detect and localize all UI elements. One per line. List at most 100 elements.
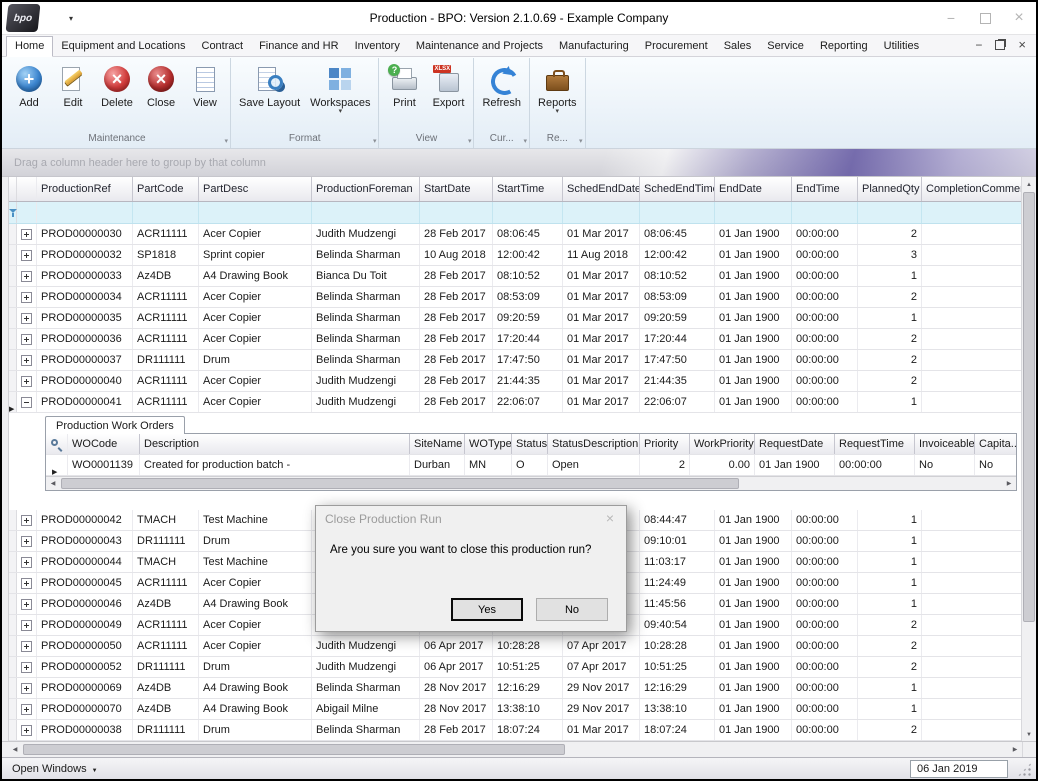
grid-row[interactable]: PROD00000032SP1818Sprint copierBelinda S…: [9, 245, 1021, 266]
export-button[interactable]: XLSXExport: [426, 60, 470, 110]
vertical-scrollbar-thumb[interactable]: [1023, 192, 1035, 622]
tab-equipment-and-locations[interactable]: Equipment and Locations: [53, 37, 193, 56]
mdi-minimize-icon[interactable]: [975, 38, 982, 52]
detail-column-header-wotype[interactable]: WOType: [465, 434, 512, 454]
mdi-close-icon[interactable]: [1018, 37, 1026, 52]
detail-column-header-capita[interactable]: Capita...: [975, 434, 1016, 454]
grid-row[interactable]: PROD00000041ACR11111Acer CopierJudith Mu…: [9, 392, 1021, 413]
expand-row-button[interactable]: [21, 313, 32, 324]
column-header-startdate[interactable]: StartDate: [420, 177, 493, 201]
delete-button[interactable]: Delete: [95, 60, 139, 110]
vertical-scrollbar[interactable]: [1021, 177, 1036, 741]
filter-cell-schedendtime[interactable]: [640, 202, 715, 223]
expand-row-button[interactable]: [21, 536, 32, 547]
detail-horizontal-scrollbar[interactable]: [46, 476, 1016, 490]
column-header-schedenddate[interactable]: SchedEndDate: [563, 177, 640, 201]
tab-home[interactable]: Home: [6, 36, 53, 57]
scroll-up-icon[interactable]: [1022, 177, 1036, 191]
filter-cell-completioncomments[interactable]: [922, 202, 1021, 223]
grid-row[interactable]: PROD00000052DR111111DrumJudith Mudzengi0…: [9, 657, 1021, 678]
scroll-down-icon[interactable]: [1022, 727, 1036, 741]
group-dropdown-icon[interactable]: [524, 135, 528, 146]
horizontal-scrollbar-thumb[interactable]: [23, 744, 565, 755]
filter-cell-schedenddate[interactable]: [563, 202, 640, 223]
grid-row[interactable]: PROD00000033Az4DBA4 Drawing BookBianca D…: [9, 266, 1021, 287]
expand-row-button[interactable]: [21, 355, 32, 366]
filter-cell-plannedqty[interactable]: [858, 202, 922, 223]
expand-row-button[interactable]: [21, 557, 32, 568]
expand-row-button[interactable]: [21, 578, 32, 589]
expand-row-button[interactable]: [21, 376, 32, 387]
collapse-row-button[interactable]: [21, 397, 32, 408]
expand-row-button[interactable]: [21, 641, 32, 652]
edit-button[interactable]: Edit: [51, 60, 95, 110]
detail-column-header-description[interactable]: Description: [140, 434, 410, 454]
search-icon[interactable]: [51, 439, 58, 446]
minimize-icon[interactable]: [934, 4, 968, 32]
print-button[interactable]: Print: [382, 60, 426, 110]
tab-manufacturing[interactable]: Manufacturing: [551, 37, 637, 56]
save-layout-button[interactable]: Save Layout: [234, 60, 305, 110]
detail-scrollbar-thumb[interactable]: [61, 478, 739, 489]
detail-column-header-status[interactable]: Status: [512, 434, 548, 454]
workspaces-button[interactable]: Workspaces: [305, 60, 375, 116]
group-by-bar[interactable]: Drag a column header here to group by th…: [2, 149, 1036, 177]
tab-production-work-orders[interactable]: Production Work Orders: [45, 416, 185, 434]
reports-button[interactable]: Reports: [533, 60, 582, 116]
tab-service[interactable]: Service: [759, 37, 812, 56]
filter-cell-enddate[interactable]: [715, 202, 792, 223]
filter-cell-starttime[interactable]: [493, 202, 563, 223]
filter-cell-partcode[interactable]: [133, 202, 199, 223]
yes-button[interactable]: Yes: [451, 598, 523, 621]
horizontal-scrollbar-track[interactable]: [22, 743, 1008, 756]
column-header-plannedqty[interactable]: PlannedQty: [858, 177, 922, 201]
filter-cell-startdate[interactable]: [420, 202, 493, 223]
group-dropdown-icon[interactable]: [468, 135, 472, 146]
scroll-left-icon[interactable]: [8, 742, 22, 757]
expand-row-button[interactable]: [21, 250, 32, 261]
grid-row[interactable]: PROD00000040ACR11111Acer CopierJudith Mu…: [9, 371, 1021, 392]
detail-column-header-sitename[interactable]: SiteName: [410, 434, 465, 454]
resize-grip[interactable]: [1017, 762, 1032, 777]
column-header-enddate[interactable]: EndDate: [715, 177, 792, 201]
dialog-close-icon[interactable]: [594, 506, 626, 531]
mdi-restore-icon[interactable]: [995, 40, 1005, 50]
no-button[interactable]: No: [536, 598, 608, 621]
group-dropdown-icon[interactable]: [579, 135, 583, 146]
close-window-icon[interactable]: [1002, 4, 1036, 32]
group-dropdown-icon[interactable]: [373, 135, 377, 146]
grid-row[interactable]: PROD00000030ACR11111Acer CopierJudith Mu…: [9, 224, 1021, 245]
grid-row[interactable]: PROD00000069Az4DBA4 Drawing BookBelinda …: [9, 678, 1021, 699]
add-button[interactable]: Add: [7, 60, 51, 110]
view-button[interactable]: View: [183, 60, 227, 110]
group-dropdown-icon[interactable]: [224, 135, 228, 146]
column-header-productionforeman[interactable]: ProductionForeman: [312, 177, 420, 201]
filter-cell-endtime[interactable]: [792, 202, 858, 223]
expand-row-button[interactable]: [21, 704, 32, 715]
app-logo[interactable]: bpo: [6, 4, 41, 32]
column-header-partdesc[interactable]: PartDesc: [199, 177, 312, 201]
grid-row[interactable]: PROD00000070Az4DBA4 Drawing BookAbigail …: [9, 699, 1021, 720]
detail-column-header-workpriority[interactable]: WorkPriority: [690, 434, 755, 454]
expand-row-button[interactable]: [21, 229, 32, 240]
refresh-button[interactable]: Refresh: [477, 60, 526, 110]
grid-row[interactable]: PROD00000037DR111111DrumBelinda Sharman2…: [9, 350, 1021, 371]
scroll-right-icon[interactable]: [1008, 742, 1022, 757]
tab-inventory[interactable]: Inventory: [347, 37, 408, 56]
expand-row-button[interactable]: [21, 683, 32, 694]
filter-cell-productionref[interactable]: [37, 202, 133, 223]
grid-row[interactable]: PROD00000034ACR11111Acer CopierBelinda S…: [9, 287, 1021, 308]
scroll-right-icon[interactable]: [1002, 477, 1016, 490]
column-header-endtime[interactable]: EndTime: [792, 177, 858, 201]
tab-sales[interactable]: Sales: [716, 37, 760, 56]
detail-column-header-requestdate[interactable]: RequestDate: [755, 434, 835, 454]
expand-row-button[interactable]: [21, 725, 32, 736]
expand-row-button[interactable]: [21, 334, 32, 345]
expand-row-button[interactable]: [21, 662, 32, 673]
detail-column-header-priority[interactable]: Priority: [640, 434, 690, 454]
tab-reporting[interactable]: Reporting: [812, 37, 876, 56]
tab-finance-and-hr[interactable]: Finance and HR: [251, 37, 347, 56]
filter-cell-productionforeman[interactable]: [312, 202, 420, 223]
horizontal-scrollbar[interactable]: [2, 741, 1036, 757]
grid-row[interactable]: PROD00000038DR111111DrumBelinda Sharman2…: [9, 720, 1021, 741]
